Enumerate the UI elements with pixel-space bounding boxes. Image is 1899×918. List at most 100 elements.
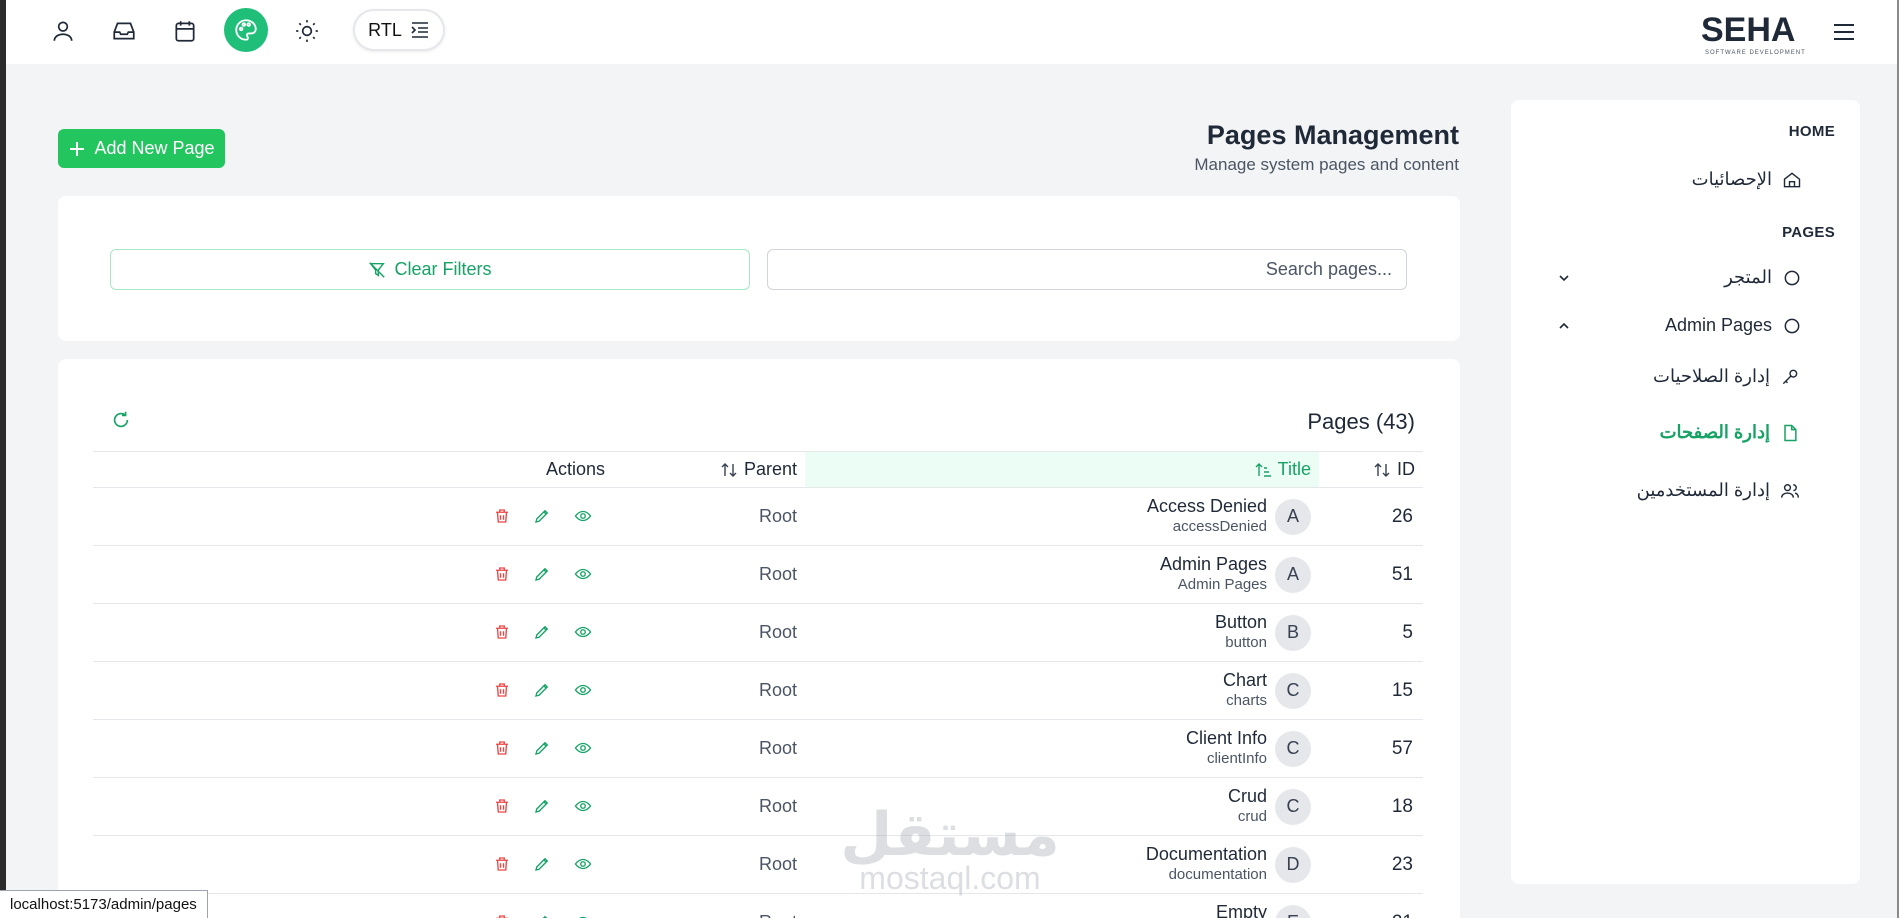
delete-icon[interactable] — [493, 681, 513, 701]
delete-icon[interactable] — [493, 565, 513, 585]
sidebar-item-store[interactable]: المتجر — [1724, 267, 1802, 288]
id-cell: 15 — [1319, 661, 1423, 720]
sidebar-item-store-label: المتجر — [1724, 267, 1772, 287]
actions-cell — [93, 603, 613, 662]
brand-logo[interactable]: SEHA SOFTWARE DEVELOPMENT — [1699, 6, 1809, 58]
edit-icon[interactable] — [533, 855, 553, 875]
id-column-header[interactable]: ID — [1319, 451, 1423, 488]
page-slug-text: charts — [1226, 692, 1267, 710]
refresh-icon[interactable] — [110, 409, 134, 433]
view-icon[interactable] — [573, 797, 593, 817]
parent-cell: Root — [613, 719, 805, 778]
palette-icon[interactable] — [224, 8, 268, 52]
table-row[interactable]: RootEmptyemptyE21 — [93, 893, 1423, 918]
edit-icon[interactable] — [533, 623, 553, 643]
sidebar-item-users[interactable]: إدارة المستخدمين — [1637, 480, 1800, 501]
view-icon[interactable] — [573, 739, 593, 759]
edit-icon[interactable] — [533, 565, 553, 585]
delete-icon[interactable] — [493, 739, 513, 759]
edit-icon[interactable] — [533, 507, 553, 527]
actions-header-label: Actions — [545, 459, 605, 479]
table-row[interactable]: Root Crud crud C 18 — [93, 777, 1423, 836]
filter-off-icon — [368, 261, 386, 279]
avatar: C — [1275, 672, 1311, 709]
sort-icon — [1373, 462, 1391, 478]
page-title-text: Access Denied — [1146, 496, 1267, 517]
view-icon[interactable] — [573, 565, 593, 585]
sidebar-item-statistics[interactable]: الإحصائيات — [1692, 169, 1802, 190]
rtl-toggle-button[interactable]: RTL — [353, 9, 445, 51]
user-icon[interactable] — [42, 10, 84, 52]
search-input[interactable] — [767, 249, 1407, 290]
id-cell: 5 — [1319, 603, 1423, 662]
table-row[interactable]: Root Chart charts C 15 — [93, 661, 1423, 720]
parent-cell: Root — [613, 603, 805, 662]
edit-icon[interactable] — [533, 739, 553, 759]
actions-cell — [93, 719, 613, 778]
sidebar-item-users-label: إدارة المستخدمين — [1636, 480, 1770, 500]
delete-icon[interactable] — [493, 797, 513, 817]
title-cell: Chart charts C — [805, 661, 1319, 720]
align-right-icon — [410, 21, 430, 39]
browser-status-url: localhost:5173/admin/pages — [0, 890, 208, 918]
plus-icon — [68, 140, 86, 158]
edit-icon[interactable] — [533, 797, 553, 817]
id-cell: 26 — [1319, 487, 1423, 546]
parent-cell: Root — [613, 487, 805, 546]
page-title-text: Empty — [1215, 902, 1267, 918]
chevron-up-icon[interactable] — [1556, 318, 1572, 334]
inbox-icon[interactable] — [103, 10, 145, 52]
page-slug-text: accessDenied — [1172, 518, 1267, 536]
title-cell: Admin Pages Admin Pages A — [805, 545, 1319, 604]
actions-cell — [93, 777, 613, 836]
title-header-label: Title — [1277, 459, 1311, 479]
actions-column-header: Actions — [93, 451, 613, 488]
id-header-label: ID — [1397, 459, 1415, 479]
avatar: A — [1275, 556, 1311, 593]
home-icon — [1782, 170, 1802, 190]
view-icon[interactable] — [573, 681, 593, 701]
sidebar-item-admin-pages-label: Admin Pages — [1664, 315, 1772, 335]
parent-cell: Root — [613, 777, 805, 836]
parent-cell: Root — [613, 661, 805, 720]
table-header-row: Actions Parent Title ID — [93, 451, 1423, 488]
menu-icon[interactable] — [1826, 14, 1862, 50]
sun-icon[interactable] — [286, 10, 328, 52]
table-row[interactable]: Root Documentation documentation D 23 — [93, 835, 1423, 894]
id-cell: 18 — [1319, 777, 1423, 836]
calendar-icon[interactable] — [164, 10, 206, 52]
sidebar-item-permissions-label: إدارة الصلاحيات — [1653, 366, 1770, 386]
actions-cell — [93, 835, 613, 894]
edit-icon[interactable] — [533, 681, 553, 701]
view-icon[interactable] — [573, 623, 593, 643]
sidebar-item-pages-management[interactable]: إدارة الصفحات — [1660, 422, 1800, 443]
chevron-down-icon[interactable] — [1556, 270, 1572, 286]
sidebar-item-pages-management-label: إدارة الصفحات — [1659, 422, 1770, 442]
parent-column-header[interactable]: Parent — [613, 451, 805, 488]
pages-table-card: Pages (43) Actions Parent Title ID Root … — [58, 359, 1460, 918]
title-column-header[interactable]: Title — [805, 451, 1319, 488]
title-cell: Access Denied accessDenied A — [805, 487, 1319, 546]
view-icon[interactable] — [573, 507, 593, 527]
delete-icon[interactable] — [493, 507, 513, 527]
page-title-text: Chart — [1222, 670, 1267, 691]
sidebar-item-admin-pages[interactable]: Admin Pages — [1665, 315, 1802, 336]
page-slug-text: documentation — [1168, 866, 1267, 884]
id-cell: 57 — [1319, 719, 1423, 778]
view-icon[interactable] — [573, 913, 593, 918]
file-icon — [1780, 423, 1800, 443]
table-row[interactable]: Root Client Info clientInfo C 57 — [93, 719, 1423, 778]
edit-icon[interactable] — [533, 913, 553, 918]
table-row[interactable]: Root Admin Pages Admin Pages A 51 — [93, 545, 1423, 604]
add-new-page-button[interactable]: Add New Page — [58, 129, 225, 168]
clear-filters-button[interactable]: Clear Filters — [110, 249, 750, 290]
logo-wordmark: SEHA — [1701, 11, 1795, 49]
delete-icon[interactable] — [493, 913, 513, 918]
sidebar-item-permissions[interactable]: إدارة الصلاحيات — [1653, 366, 1800, 387]
view-icon[interactable] — [573, 855, 593, 875]
table-row[interactable]: Root Button button B 5 — [93, 603, 1423, 662]
page-slug-text: crud — [1237, 808, 1267, 826]
delete-icon[interactable] — [493, 855, 513, 875]
delete-icon[interactable] — [493, 623, 513, 643]
table-row[interactable]: Root Access Denied accessDenied A 26 — [93, 487, 1423, 546]
